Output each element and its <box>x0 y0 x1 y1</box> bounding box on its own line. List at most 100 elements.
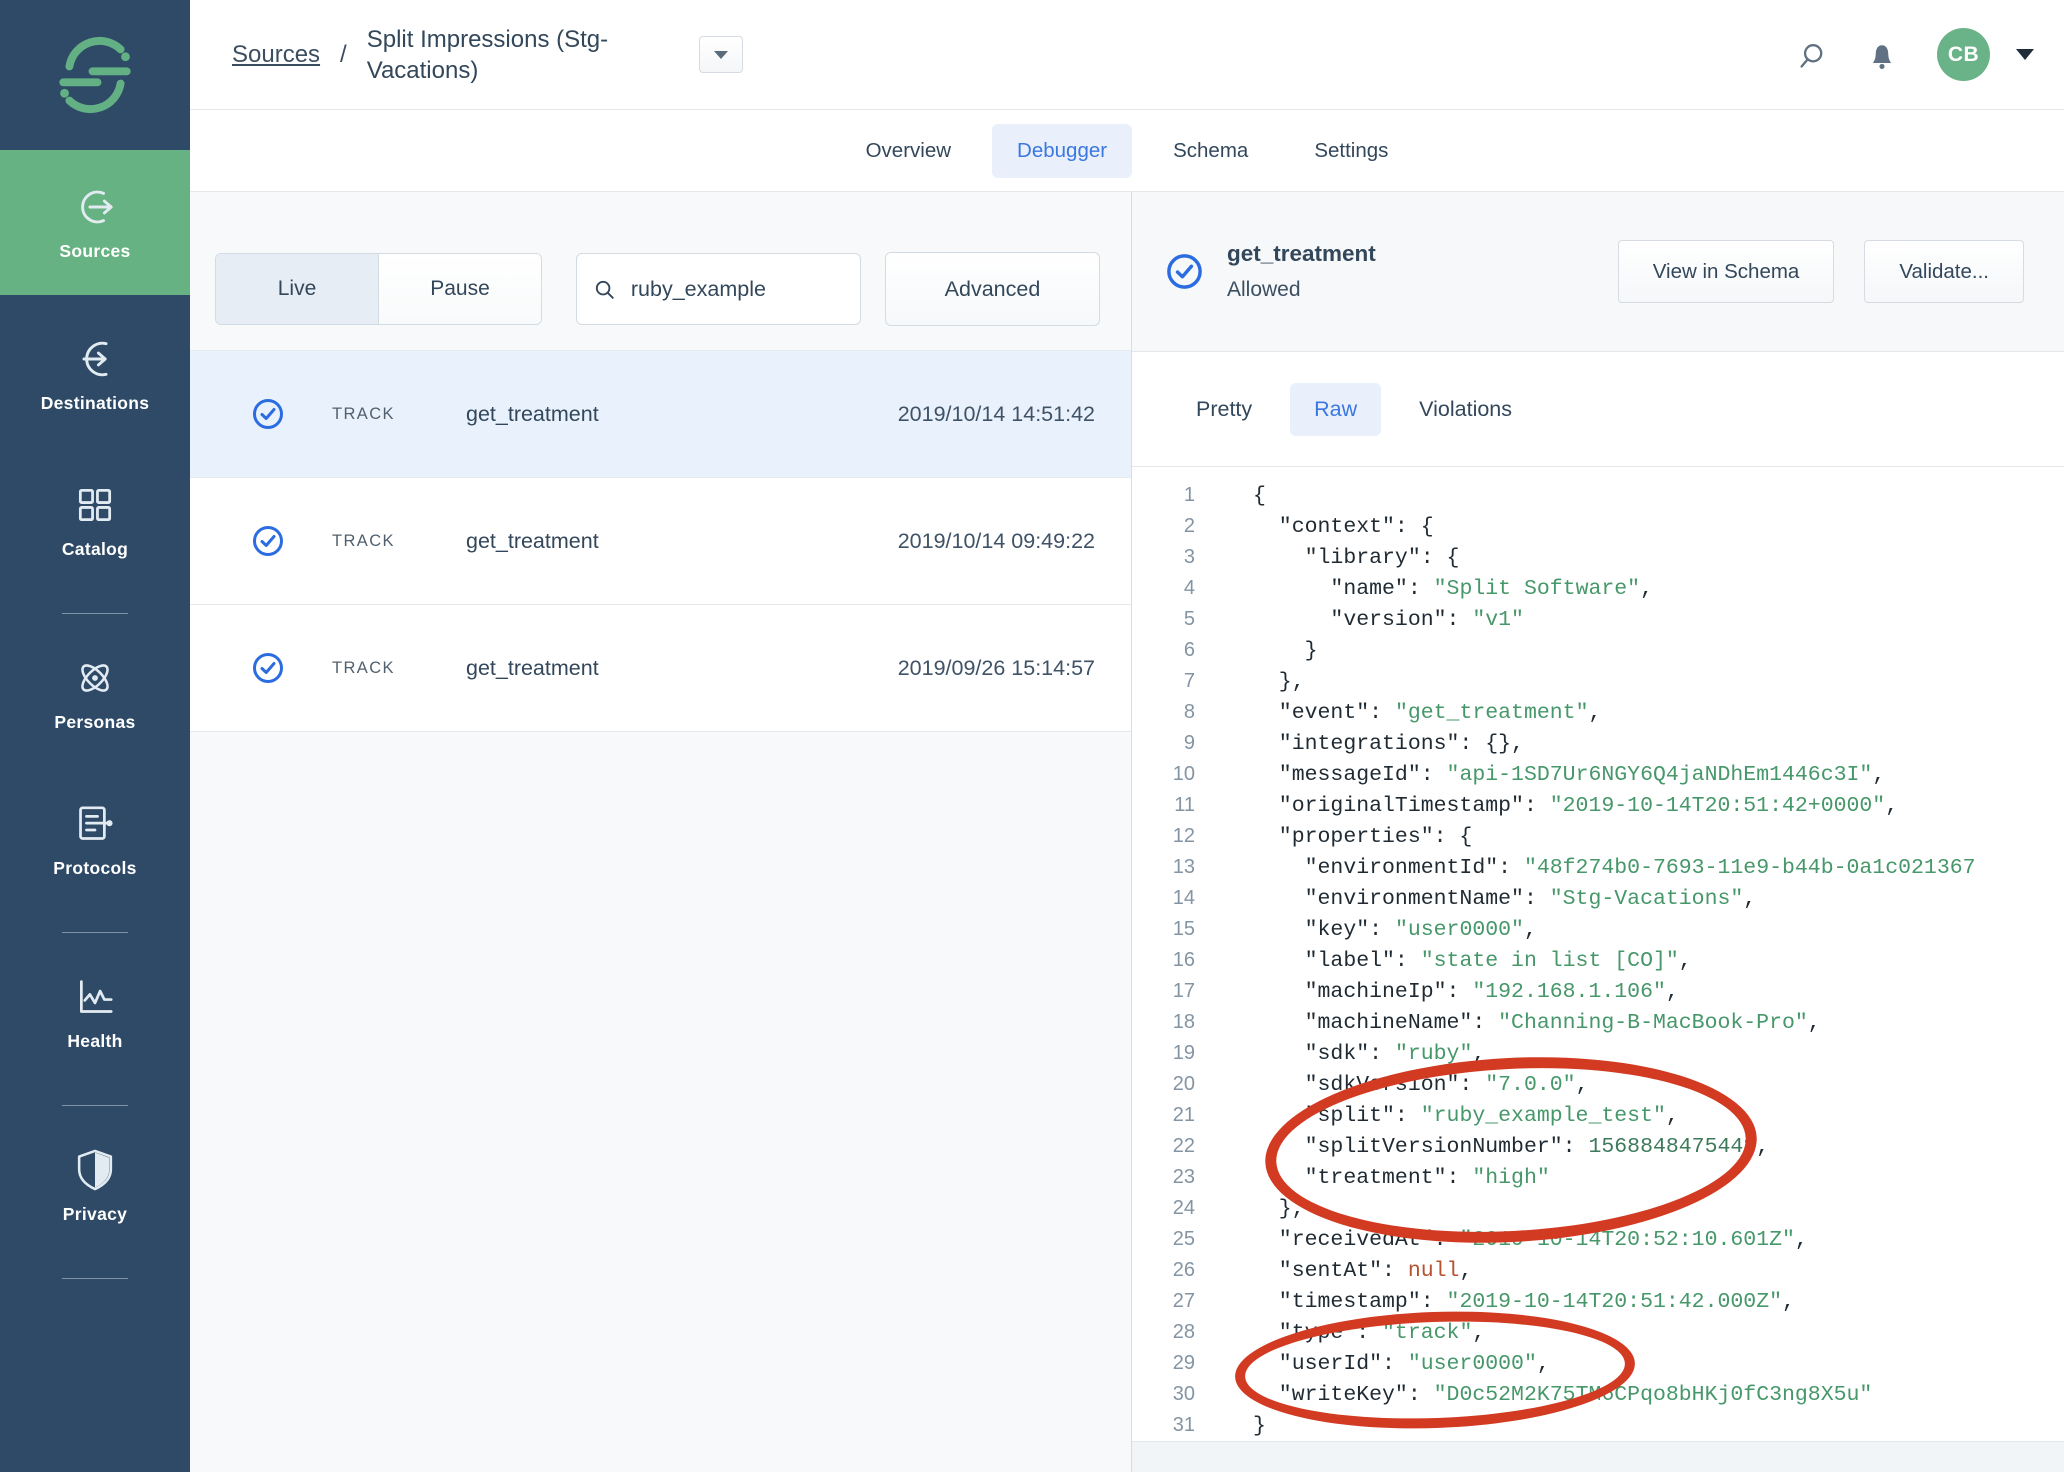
pause-toggle-button[interactable]: Pause <box>379 254 541 324</box>
event-row[interactable]: TRACKget_treatment2019/10/14 14:51:42 <box>190 351 1131 478</box>
bell-icon[interactable] <box>1867 39 1897 71</box>
view-in-schema-button[interactable]: View in Schema <box>1618 240 1835 303</box>
line-number: 24 <box>1132 1193 1195 1224</box>
account-menu-chevron-icon[interactable] <box>2016 49 2034 60</box>
event-row[interactable]: TRACKget_treatment2019/10/14 09:49:22 <box>190 478 1131 605</box>
code-token-default: "library": { <box>1253 546 1459 570</box>
line-number: 20 <box>1132 1069 1195 1100</box>
personas-icon <box>72 655 118 701</box>
line-number: 29 <box>1132 1348 1195 1379</box>
payload-view-tabs: Pretty Raw Violations <box>1132 352 2064 467</box>
page-title: Split Impressions (Stg-Vacations) <box>367 24 623 86</box>
code-line: 17 "machineIp": "192.168.1.106", <box>1132 976 2064 1007</box>
code-token-default: , <box>1808 1011 1821 1035</box>
advanced-button[interactable]: Advanced <box>885 252 1100 326</box>
tab-settings[interactable]: Settings <box>1289 124 1413 178</box>
line-number: 25 <box>1132 1224 1195 1255</box>
code-line: 18 "machineName": "Channing-B-MacBook-Pr… <box>1132 1007 2064 1038</box>
code-token-string: "user0000" <box>1408 1352 1537 1376</box>
sidebar-item-health[interactable]: Health <box>0 947 190 1079</box>
line-number: 6 <box>1132 635 1195 666</box>
code-token-string: "user0000" <box>1395 918 1524 942</box>
sidebar-item-catalog[interactable]: Catalog <box>0 455 190 587</box>
event-row[interactable]: TRACKget_treatment2019/09/26 15:14:57 <box>190 605 1131 732</box>
breadcrumb-sources-link[interactable]: Sources <box>232 41 320 69</box>
sidebar-divider <box>62 1105 128 1106</box>
sidebar-divider <box>62 1278 128 1279</box>
code-token-default: , <box>1666 1104 1679 1128</box>
event-timestamp: 2019/10/14 14:51:42 <box>898 402 1095 427</box>
code-token-string: "48f274b0-7693-11e9-b44b-0a1c021367 <box>1524 856 1976 880</box>
code-line: 31} <box>1132 1410 2064 1441</box>
segment-logo[interactable] <box>0 0 190 150</box>
payload-tab-violations[interactable]: Violations <box>1395 383 1536 436</box>
code-token-default: , <box>1795 1228 1808 1252</box>
search-input[interactable] <box>629 276 844 303</box>
sidebar-item-sources[interactable]: Sources <box>0 150 190 295</box>
sidebar-divider <box>62 932 128 933</box>
code-token-string: "ruby" <box>1395 1042 1472 1066</box>
code-token-default: "context": { <box>1253 515 1434 539</box>
code-token-string: "192.168.1.106" <box>1472 980 1666 1004</box>
line-number: 18 <box>1132 1007 1195 1038</box>
code-line: 1{ <box>1132 480 2064 511</box>
code-line: 27 "timestamp": "2019-10-14T20:51:42.000… <box>1132 1286 2064 1317</box>
line-number: 17 <box>1132 976 1195 1007</box>
sidebar-nav: Sources Destinations Catalog Personas Pr… <box>0 150 190 1279</box>
tab-overview[interactable]: Overview <box>841 124 976 178</box>
code-token-default: , <box>1588 701 1601 725</box>
tab-schema[interactable]: Schema <box>1148 124 1273 178</box>
source-switcher-button[interactable] <box>699 36 743 73</box>
code-line: 6 } <box>1132 635 2064 666</box>
code-line: 4 "name": "Split Software", <box>1132 573 2064 604</box>
code-token-default: , <box>1472 1042 1485 1066</box>
code-token-default: "sdkVersion": <box>1253 1073 1485 1097</box>
line-number: 4 <box>1132 573 1195 604</box>
code-token-string: "high" <box>1472 1166 1549 1190</box>
line-number: 27 <box>1132 1286 1195 1317</box>
code-line: 30 "writeKey": "D0c52M2K75TM6CPqo8bHKj0f… <box>1132 1379 2064 1410</box>
sidebar-item-protocols[interactable]: Protocols <box>0 774 190 906</box>
line-number: 13 <box>1132 852 1195 883</box>
code-token-default: "treatment": <box>1253 1166 1472 1190</box>
payload-tab-raw[interactable]: Raw <box>1290 383 1381 436</box>
code-token-string: "Channing-B-MacBook-Pro" <box>1498 1011 1808 1035</box>
line-number: 1 <box>1132 480 1195 511</box>
code-token-string: "state in list [CO]" <box>1421 949 1679 973</box>
line-number: 9 <box>1132 728 1195 759</box>
sidebar-item-destinations[interactable]: Destinations <box>0 309 190 441</box>
line-number: 2 <box>1132 511 1195 542</box>
sidebar-item-label: Privacy <box>63 1204 127 1225</box>
code-line: 16 "label": "state in list [CO]", <box>1132 945 2064 976</box>
code-token-default: "receivedAt": <box>1253 1228 1459 1252</box>
sidebar-item-privacy[interactable]: Privacy <box>0 1120 190 1252</box>
code-token-default: "originalTimestamp": <box>1253 794 1550 818</box>
health-icon <box>72 974 118 1020</box>
validate-button[interactable]: Validate... <box>1864 240 2024 303</box>
allowed-check-icon <box>1166 253 1203 290</box>
sidebar-item-personas[interactable]: Personas <box>0 628 190 760</box>
code-token-default: "machineIp": <box>1253 980 1472 1004</box>
code-line: 15 "key": "user0000", <box>1132 914 2064 945</box>
tab-debugger[interactable]: Debugger <box>992 124 1132 178</box>
code-line: 19 "sdk": "ruby", <box>1132 1038 2064 1069</box>
debugger-event-panel: Live Pause Advanced TRACKget_treatment20… <box>190 192 1131 1472</box>
code-token-default: "version": <box>1253 608 1472 632</box>
code-line: 13 "environmentId": "48f274b0-7693-11e9-… <box>1132 852 2064 883</box>
line-number: 10 <box>1132 759 1195 790</box>
code-line: 5 "version": "v1" <box>1132 604 2064 635</box>
code-token-default: "writeKey": <box>1253 1383 1434 1407</box>
line-number: 5 <box>1132 604 1195 635</box>
code-line: 10 "messageId": "api-1SD7Ur6NGY6Q4jaNDhE… <box>1132 759 2064 790</box>
payload-tab-pretty[interactable]: Pretty <box>1172 383 1276 436</box>
code-token-string: "D0c52M2K75TM6CPqo8bHKj0fC3ng8X5u" <box>1434 1383 1873 1407</box>
code-token-default: "splitVersionNumber": <box>1253 1135 1588 1159</box>
code-line: 23 "treatment": "high" <box>1132 1162 2064 1193</box>
code-footer-strip <box>1132 1441 2064 1472</box>
live-toggle-button[interactable]: Live <box>216 254 379 324</box>
destinations-icon <box>72 336 118 382</box>
code-token-default: "event": <box>1253 701 1395 725</box>
avatar[interactable]: CB <box>1937 28 1990 81</box>
search-icon[interactable] <box>1797 40 1827 70</box>
code-token-default: , <box>1872 763 1885 787</box>
